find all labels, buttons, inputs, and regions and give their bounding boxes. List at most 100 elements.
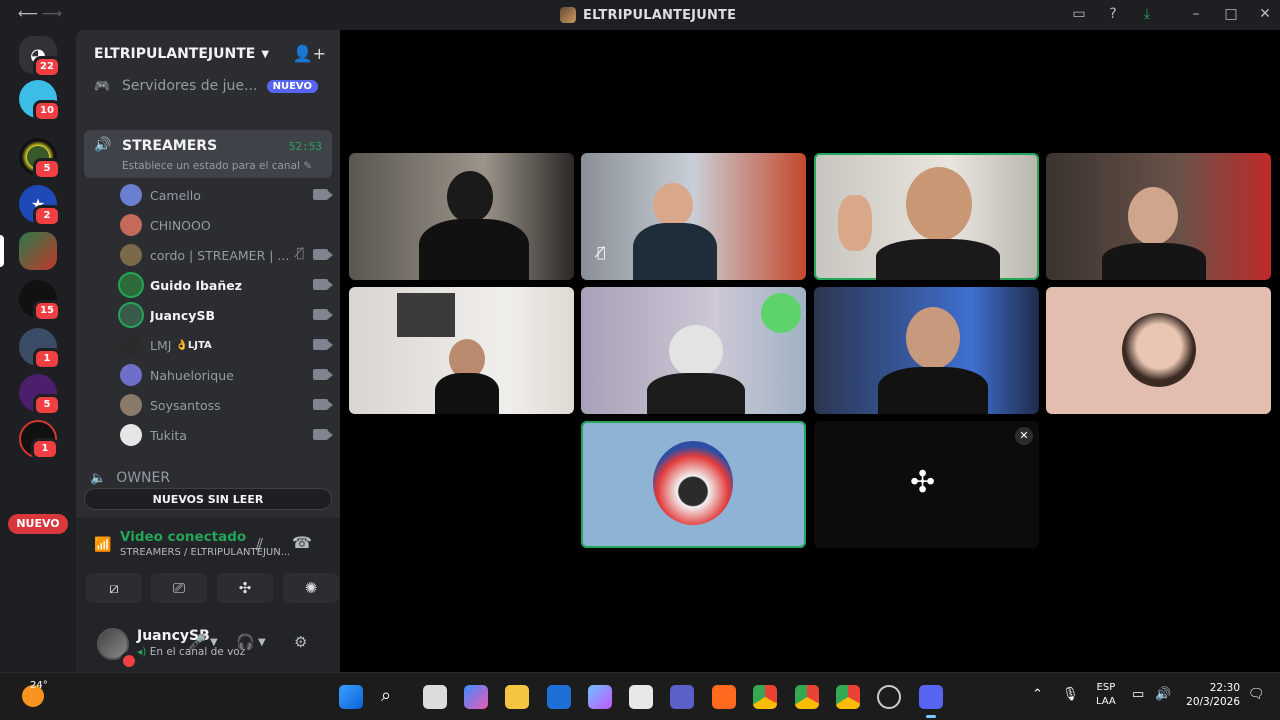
signal-icon[interactable]: 📶 (94, 537, 111, 553)
server-icon-2[interactable]: 5 (19, 138, 61, 180)
minimize-icon[interactable]: – (1186, 6, 1206, 22)
server-icon-8[interactable]: 1 (19, 420, 59, 460)
video-tile[interactable] (1046, 153, 1271, 280)
unread-badge: 5 (33, 394, 61, 416)
teams-icon[interactable] (670, 685, 694, 709)
lang-line2: LAA (1096, 696, 1116, 707)
voice-member[interactable]: Guido Ibañez (120, 270, 333, 300)
camera-toggle-button[interactable]: ⧄ (86, 573, 142, 603)
server-icon-1[interactable]: 10 (19, 80, 61, 122)
new-unread-pill[interactable]: NUEVOS SIN LEER (84, 488, 332, 510)
voice-member[interactable]: cordo | STREAMER | ... 🎙̸ (120, 240, 333, 270)
activities-button[interactable]: ✣ (217, 573, 273, 603)
server-icon-3[interactable]: ★ 2 (19, 185, 61, 227)
network-icon[interactable]: ▭ (1132, 687, 1144, 702)
start-button[interactable] (339, 685, 363, 709)
activities-icon: ✣ (238, 579, 252, 597)
set-status-hint[interactable]: Establece un estado para el canal ✎ (122, 160, 312, 172)
video-tile[interactable] (581, 287, 806, 414)
screen-share-icon: ⎚ (172, 579, 185, 597)
soundboard-button[interactable]: ✺ (283, 573, 339, 603)
close-window-icon[interactable]: ✕ (1255, 6, 1275, 22)
copilot-icon[interactable] (464, 685, 488, 709)
m365-icon[interactable] (588, 685, 612, 709)
chevron-up-icon[interactable]: ⌃ (1032, 687, 1043, 702)
voice-member[interactable]: Soysantoss (120, 390, 333, 420)
unread-badge: 15 (33, 300, 61, 322)
headphones-icon[interactable]: 🎧 (236, 633, 255, 651)
close-icon[interactable]: ✕ (1015, 427, 1033, 445)
video-tile[interactable] (349, 287, 574, 414)
inbox-icon[interactable]: ▭ (1069, 6, 1089, 22)
server-icon-eltripulantejunte[interactable] (0, 232, 57, 270)
connection-path[interactable]: STREAMERS / ELTRIPULANTEJUN... (120, 547, 304, 558)
chevron-down-icon[interactable]: ▼ (210, 637, 218, 648)
store-icon[interactable] (629, 685, 653, 709)
voice-member[interactable]: CHINOOO (120, 210, 332, 240)
video-tile-speaking[interactable] (814, 153, 1039, 280)
camera-icon (313, 189, 333, 200)
volume-icon[interactable]: 🔊 (1155, 687, 1171, 702)
server-header[interactable]: ELTRIPULANTEJUNTE ▼ 👤+ (76, 30, 340, 78)
obs-icon[interactable] (877, 685, 901, 709)
channel-label: OWNER (116, 470, 171, 486)
microphone-icon[interactable]: 🎤 (188, 633, 207, 651)
discord-taskbar-icon[interactable] (919, 685, 943, 718)
helmet-avatar (653, 441, 733, 525)
forward-arrow-icon[interactable]: ⟶ (42, 6, 62, 22)
download-icon[interactable]: ⤓ (1137, 6, 1157, 22)
invite-people-icon[interactable]: 👤+ (293, 44, 326, 63)
camera-icon (313, 249, 333, 260)
notifications-icon[interactable]: 🗨 (1248, 687, 1265, 702)
chrome-icon[interactable] (795, 685, 819, 709)
video-tile-avatar[interactable] (1046, 287, 1271, 414)
camera-icon (313, 399, 333, 410)
camera-icon (313, 429, 333, 440)
voice-member[interactable]: JuancySB (120, 300, 333, 330)
chrome-icon[interactable] (753, 685, 777, 709)
participant-figure (653, 183, 693, 227)
video-tile[interactable] (349, 153, 574, 280)
muted-mic-icon: 🎙̸ (597, 245, 606, 261)
server-icon-7[interactable]: 5 (19, 374, 61, 416)
server-icon (560, 7, 576, 23)
disconnect-icon[interactable]: ☎ (292, 533, 312, 552)
language-indicator[interactable]: ESP LAA (1096, 681, 1116, 709)
voice-channel-streamers[interactable]: 🔊 STREAMERS 52:53 Establece un estado pa… (84, 130, 332, 178)
help-icon[interactable]: ? (1103, 6, 1123, 22)
screen-share-button[interactable]: ⎚ (151, 573, 207, 603)
channel-owner[interactable]: 🔈 OWNER (90, 468, 170, 488)
camera-icon (313, 309, 333, 320)
avatar (120, 364, 142, 386)
voice-member[interactable]: Nahuelorique (120, 360, 333, 390)
file-explorer-icon[interactable] (505, 685, 529, 709)
microphone-icon[interactable]: 🎙 (1062, 687, 1079, 702)
chevron-down-icon[interactable]: ▼ (258, 637, 266, 648)
video-tile-avatar-speaking[interactable] (581, 421, 806, 548)
direct-messages-button[interactable]: ◕ 22 (19, 36, 61, 78)
video-tile[interactable]: 🎙̸ (581, 153, 806, 280)
voice-member[interactable]: LMJ 👌LJTA (120, 330, 333, 360)
noise-suppression-icon[interactable]: ⫽ (256, 535, 263, 555)
server-icon-5[interactable]: 15 (19, 280, 61, 322)
back-arrow-icon[interactable]: ⟵ (18, 6, 38, 22)
time: 22:30 (1209, 682, 1240, 694)
server-icon-6[interactable]: 1 (19, 328, 61, 370)
voice-member[interactable]: Camello (120, 180, 333, 210)
participant-figure (1128, 187, 1178, 245)
new-servers-pill[interactable]: NUEVO (8, 514, 68, 534)
channel-game-servers[interactable]: 🎮 Servidores de jue... NUEVO (84, 74, 332, 98)
chrome-icon[interactable] (836, 685, 860, 709)
outlook-icon[interactable] (547, 685, 571, 709)
maximize-icon[interactable]: □ (1221, 6, 1241, 22)
activity-tile[interactable]: ✣ ✕ (814, 421, 1039, 548)
clock[interactable]: 22:30 20/3/2026 (1186, 681, 1240, 709)
video-tile[interactable] (814, 287, 1039, 414)
settings-gear-icon[interactable]: ⚙ (294, 633, 307, 651)
avatar (120, 424, 142, 446)
task-view-icon[interactable] (423, 685, 447, 709)
participant-figure (1102, 243, 1206, 280)
voice-member[interactable]: Tukita (120, 420, 333, 450)
app-icon[interactable] (712, 685, 736, 709)
search-icon[interactable]: ⌕ (381, 685, 405, 709)
